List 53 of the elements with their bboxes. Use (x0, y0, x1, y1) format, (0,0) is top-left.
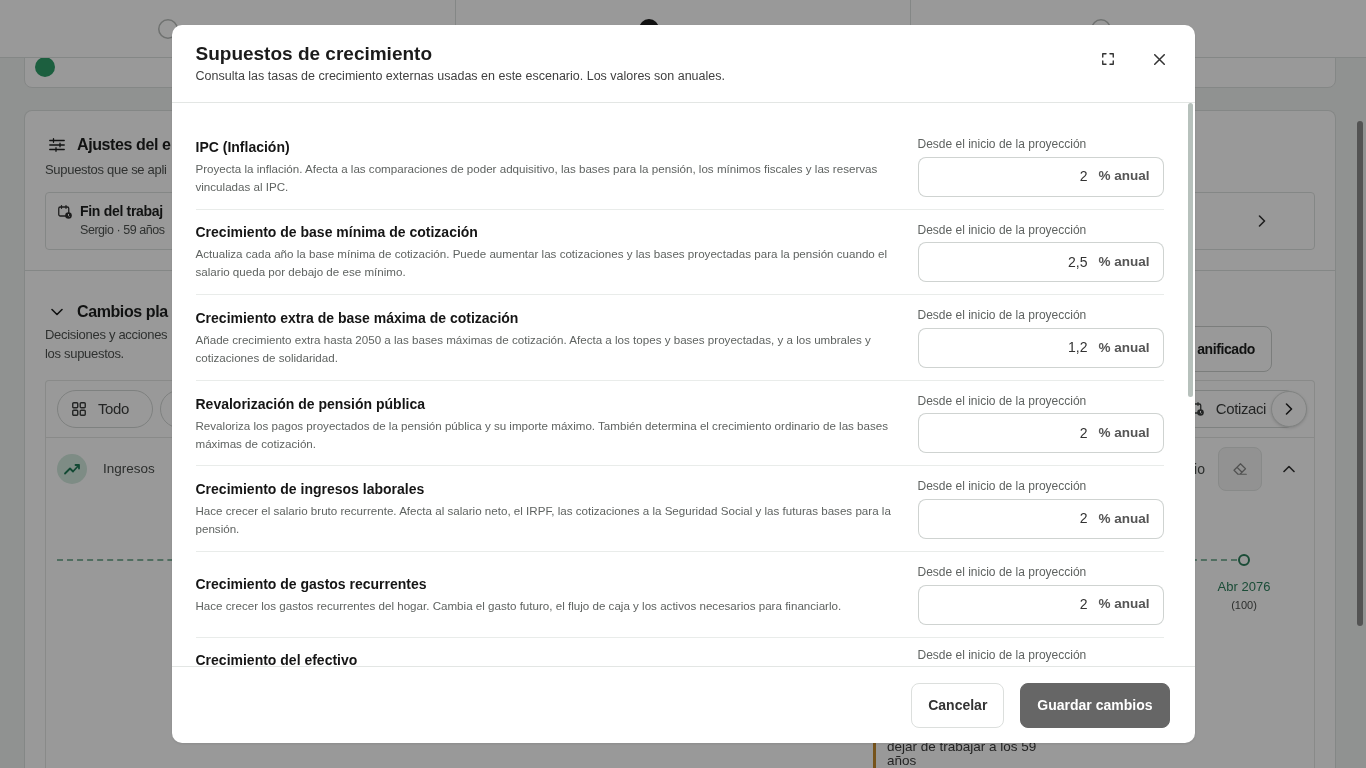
section-subtitle: Supuestos que se apli (45, 161, 167, 179)
assumption-description: Proyecta la inflación. Afecta a las comparaciones de poder adquisitivo, las bases para la pensión, los mínimos fiscales y las reservas vinculadas al IPC. (195, 160, 879, 195)
assumption-title: Crecimiento de base mínima de cotización (195, 223, 479, 243)
section-description: Decisiones y acciones (45, 326, 168, 344)
filter-chip[interactable]: Todo (57, 390, 153, 428)
group-label: Ingresos (103, 459, 155, 478)
cancel-button[interactable]: Cancelar (911, 683, 1005, 728)
assumption-description: Hace crecer el salario bruto recurrente. Afecta al salario neto, el IRPF, las cotizaciones a la Seguridad Social y las futuras bases para la pensión. (195, 503, 892, 538)
timeline-age: (100) (1231, 598, 1257, 613)
trending-up-icon (57, 454, 87, 484)
assumption-title: Revalorización de pensión pública (195, 394, 426, 414)
scroll-right-button[interactable] (1271, 391, 1307, 427)
group-value-text: io (1194, 459, 1205, 479)
field-label: Desde el inicio de la proyección (917, 392, 1087, 410)
assumption-description: Hace crecer los gastos recurrentes del hogar. Cambia el gasto futuro, el flujo de caja y los activos necesarios para financiarlo. (195, 597, 843, 614)
timeline-date: Abr 2076 (1217, 578, 1271, 596)
section-title: Cambios pla (77, 302, 168, 322)
assumption-description: Añade crecimiento extra hasta 2050 a las bases máximas de cotización. Afecta a los topes y bases proyectadas, y a los umbrales y cotizaciones de solidaridad. (195, 332, 872, 366)
dialog-subtitle: Consulta las tasas de crecimiento externas usadas en este escenario. Los valores son anuales. (195, 68, 725, 85)
assumption-title: Crecimiento extra de base máxima de cotización (195, 309, 520, 328)
status-dot-icon (35, 56, 55, 77)
field-label: Desde el inicio de la proyección (917, 307, 1087, 325)
assumption-description: Actualiza cada año la base mínima de cotización. Puede aumentar las cotizaciones y las bases proyectadas para la pensión cuando el salario queda por debajo de ese mínimo. (195, 246, 889, 281)
field-label: Desde el inicio de la proyección (917, 478, 1087, 496)
eraser-button[interactable] (1218, 447, 1262, 491)
dialog-scrollbar-thumb[interactable] (1187, 103, 1193, 397)
dialog-title: Supuestos de crecimiento (195, 42, 433, 66)
field-label: Desde el inicio de la proyección (917, 136, 1087, 153)
setting-title: Fin del trabaj (80, 202, 163, 221)
chevron-right-icon (1285, 403, 1293, 415)
page-scrollbar-thumb[interactable] (1357, 121, 1363, 626)
assumption-description: Revaloriza los pagos proyectados de la pensión pública y su importe máximo. También determina el crecimiento ordinario de las bases máximas de cotización. (195, 417, 890, 452)
setting-subtitle: Sergio · 59 años (80, 222, 165, 239)
timeline-point-icon (1238, 554, 1250, 566)
fullscreen-icon (1101, 53, 1114, 65)
field-label: Desde el inicio de la proyección (917, 563, 1087, 581)
chevron-right-icon (1258, 215, 1266, 227)
assumption-title: Crecimiento de ingresos laborales (195, 480, 426, 500)
calendar-clock-icon (58, 205, 72, 219)
section-title: Ajustes del e (77, 135, 171, 155)
close-icon (1154, 53, 1165, 65)
field-label: Desde el inicio de la proyección (917, 646, 1087, 664)
assumption-title: Crecimiento del efectivo (195, 650, 359, 666)
section-description: los supuestos. (45, 345, 124, 363)
sliders-icon (49, 138, 65, 152)
grid-icon (72, 402, 86, 416)
field-label: Desde el inicio de la proyección (917, 221, 1087, 239)
assumption-title: IPC (Inflación) (195, 137, 291, 157)
eraser-icon (1233, 463, 1247, 475)
chevron-down-icon[interactable] (51, 308, 63, 316)
assumption-title: Crecimiento de gastos recurrentes (195, 574, 428, 594)
save-button[interactable]: Guardar cambios (1020, 683, 1170, 728)
note-text: años (887, 754, 917, 768)
